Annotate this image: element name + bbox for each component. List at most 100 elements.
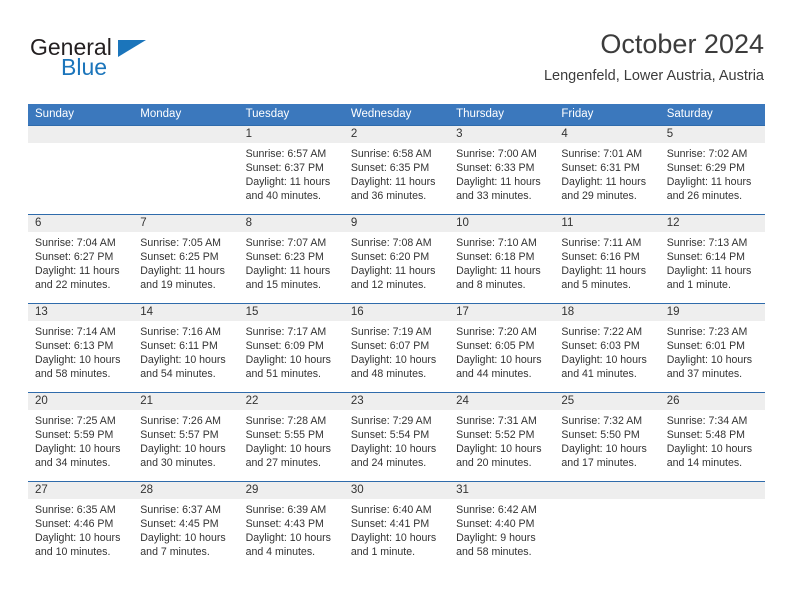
sunrise-text: Sunrise: 7:14 AM — [35, 326, 116, 338]
daylight-text: Daylight: 10 hours and 44 minutes. — [456, 354, 542, 380]
day-cell[interactable]: Sunrise: 7:01 AM Sunset: 6:31 PM Dayligh… — [554, 143, 659, 214]
day-number[interactable]: 10 — [449, 215, 554, 232]
day-cell[interactable]: Sunrise: 6:37 AM Sunset: 4:45 PM Dayligh… — [133, 499, 238, 570]
daylight-text: Daylight: 11 hours and 15 minutes. — [245, 265, 331, 291]
day-number[interactable]: 12 — [660, 215, 765, 232]
day-number[interactable]: 31 — [449, 482, 554, 499]
day-number[interactable]: 19 — [660, 304, 765, 321]
day-number[interactable]: 3 — [449, 126, 554, 143]
day-number[interactable]: 7 — [133, 215, 238, 232]
sunset-text: Sunset: 6:09 PM — [245, 340, 324, 352]
sunrise-text: Sunrise: 7:26 AM — [140, 415, 221, 427]
day-cell[interactable]: Sunrise: 6:57 AM Sunset: 6:37 PM Dayligh… — [239, 143, 344, 214]
day-cell[interactable]: Sunrise: 7:14 AM Sunset: 6:13 PM Dayligh… — [28, 321, 133, 392]
day-number[interactable]: 5 — [660, 126, 765, 143]
day-number[interactable] — [660, 482, 765, 499]
day-cell[interactable]: Sunrise: 7:02 AM Sunset: 6:29 PM Dayligh… — [660, 143, 765, 214]
day-number-band: 27 28 29 30 31 — [28, 482, 765, 499]
day-cell[interactable] — [660, 499, 765, 570]
day-cell[interactable]: Sunrise: 7:29 AM Sunset: 5:54 PM Dayligh… — [344, 410, 449, 481]
day-cell[interactable]: Sunrise: 7:23 AM Sunset: 6:01 PM Dayligh… — [660, 321, 765, 392]
day-number[interactable]: 21 — [133, 393, 238, 410]
day-number[interactable]: 18 — [554, 304, 659, 321]
day-number[interactable]: 20 — [28, 393, 133, 410]
day-cell[interactable]: Sunrise: 7:11 AM Sunset: 6:16 PM Dayligh… — [554, 232, 659, 303]
sunset-text: Sunset: 4:41 PM — [350, 518, 430, 530]
day-number[interactable]: 23 — [344, 393, 449, 410]
daylight-text: Daylight: 10 hours and 34 minutes. — [35, 443, 121, 469]
day-cell[interactable]: Sunrise: 6:39 AM Sunset: 4:43 PM Dayligh… — [239, 499, 344, 570]
day-number[interactable]: 11 — [554, 215, 659, 232]
sunset-text: Sunset: 6:05 PM — [456, 340, 535, 352]
day-cell[interactable]: Sunrise: 7:08 AM Sunset: 6:20 PM Dayligh… — [344, 232, 449, 303]
day-number[interactable]: 9 — [344, 215, 449, 232]
daylight-text: Daylight: 9 hours and 58 minutes. — [456, 532, 536, 558]
daylight-text: Daylight: 10 hours and 54 minutes. — [140, 354, 226, 380]
day-number[interactable]: 4 — [554, 126, 659, 143]
weekday-header-row: Sunday Monday Tuesday Wednesday Thursday… — [28, 104, 765, 125]
day-number[interactable]: 27 — [28, 482, 133, 499]
sunrise-text: Sunrise: 7:29 AM — [350, 415, 432, 427]
day-cell[interactable]: Sunrise: 7:10 AM Sunset: 6:18 PM Dayligh… — [449, 232, 554, 303]
day-cell[interactable]: Sunrise: 6:40 AM Sunset: 4:41 PM Dayligh… — [344, 499, 449, 570]
daylight-text: Daylight: 11 hours and 26 minutes. — [666, 176, 752, 202]
day-cell[interactable]: Sunrise: 7:04 AM Sunset: 6:27 PM Dayligh… — [28, 232, 133, 303]
day-cell[interactable]: Sunrise: 7:20 AM Sunset: 6:05 PM Dayligh… — [449, 321, 554, 392]
day-cell[interactable]: Sunrise: 7:00 AM Sunset: 6:33 PM Dayligh… — [449, 143, 554, 214]
day-cell[interactable]: Sunrise: 7:07 AM Sunset: 6:23 PM Dayligh… — [239, 232, 344, 303]
day-cell[interactable]: Sunrise: 6:35 AM Sunset: 4:46 PM Dayligh… — [28, 499, 133, 570]
day-cell[interactable]: Sunrise: 6:58 AM Sunset: 6:35 PM Dayligh… — [344, 143, 449, 214]
sunrise-text: Sunrise: 7:01 AM — [561, 148, 643, 160]
day-cell[interactable]: Sunrise: 7:31 AM Sunset: 5:52 PM Dayligh… — [449, 410, 554, 481]
day-cell[interactable]: Sunrise: 7:13 AM Sunset: 6:14 PM Dayligh… — [660, 232, 765, 303]
day-cell[interactable]: Sunrise: 7:34 AM Sunset: 5:48 PM Dayligh… — [660, 410, 765, 481]
day-cell[interactable]: Sunrise: 7:19 AM Sunset: 6:07 PM Dayligh… — [344, 321, 449, 392]
day-cell[interactable]: Sunrise: 7:22 AM Sunset: 6:03 PM Dayligh… — [554, 321, 659, 392]
day-cell[interactable]: Sunrise: 7:16 AM Sunset: 6:11 PM Dayligh… — [133, 321, 238, 392]
day-number[interactable]: 25 — [554, 393, 659, 410]
day-number[interactable]: 2 — [344, 126, 449, 143]
day-number[interactable]: 13 — [28, 304, 133, 321]
sunset-text: Sunset: 5:54 PM — [350, 429, 430, 441]
sunrise-text: Sunrise: 7:17 AM — [245, 326, 327, 338]
sunset-text: Sunset: 6:18 PM — [456, 251, 535, 263]
day-cell[interactable] — [554, 499, 659, 570]
sunset-text: Sunset: 6:03 PM — [561, 340, 640, 352]
day-number-band: 20 21 22 23 24 25 26 — [28, 393, 765, 410]
day-cell[interactable]: Sunrise: 7:05 AM Sunset: 6:25 PM Dayligh… — [133, 232, 238, 303]
day-number[interactable]: 14 — [133, 304, 238, 321]
day-cell[interactable]: Sunrise: 7:28 AM Sunset: 5:55 PM Dayligh… — [239, 410, 344, 481]
day-cell[interactable]: Sunrise: 7:32 AM Sunset: 5:50 PM Dayligh… — [554, 410, 659, 481]
sunrise-text: Sunrise: 6:58 AM — [350, 148, 432, 160]
day-number[interactable]: 15 — [239, 304, 344, 321]
day-cell[interactable]: Sunrise: 7:26 AM Sunset: 5:57 PM Dayligh… — [133, 410, 238, 481]
sunset-text: Sunset: 6:37 PM — [245, 162, 324, 174]
day-number[interactable] — [554, 482, 659, 499]
sunset-text: Sunset: 6:13 PM — [35, 340, 114, 352]
day-number[interactable]: 28 — [133, 482, 238, 499]
day-cell[interactable]: Sunrise: 7:25 AM Sunset: 5:59 PM Dayligh… — [28, 410, 133, 481]
day-number[interactable]: 16 — [344, 304, 449, 321]
day-number[interactable] — [28, 126, 133, 143]
day-cell[interactable]: Sunrise: 7:17 AM Sunset: 6:09 PM Dayligh… — [239, 321, 344, 392]
sunrise-text: Sunrise: 6:42 AM — [456, 504, 537, 516]
day-number[interactable]: 30 — [344, 482, 449, 499]
daylight-text: Daylight: 11 hours and 29 minutes. — [561, 176, 647, 202]
daylight-text: Daylight: 11 hours and 40 minutes. — [245, 176, 331, 202]
day-number[interactable]: 6 — [28, 215, 133, 232]
day-cell[interactable] — [133, 143, 238, 214]
day-number[interactable]: 1 — [239, 126, 344, 143]
daylight-text: Daylight: 10 hours and 1 minute. — [350, 532, 437, 558]
daylight-text: Daylight: 11 hours and 22 minutes. — [35, 265, 120, 291]
sunset-text: Sunset: 4:46 PM — [35, 518, 114, 530]
sunrise-text: Sunrise: 7:02 AM — [666, 148, 748, 160]
day-number[interactable]: 26 — [660, 393, 765, 410]
day-number[interactable]: 17 — [449, 304, 554, 321]
day-number[interactable]: 22 — [239, 393, 344, 410]
day-number[interactable]: 24 — [449, 393, 554, 410]
day-number[interactable]: 29 — [239, 482, 344, 499]
day-cell[interactable]: Sunrise: 6:42 AM Sunset: 4:40 PM Dayligh… — [449, 499, 554, 570]
day-cell[interactable] — [28, 143, 133, 214]
day-number[interactable] — [133, 126, 238, 143]
day-number[interactable]: 8 — [239, 215, 344, 232]
